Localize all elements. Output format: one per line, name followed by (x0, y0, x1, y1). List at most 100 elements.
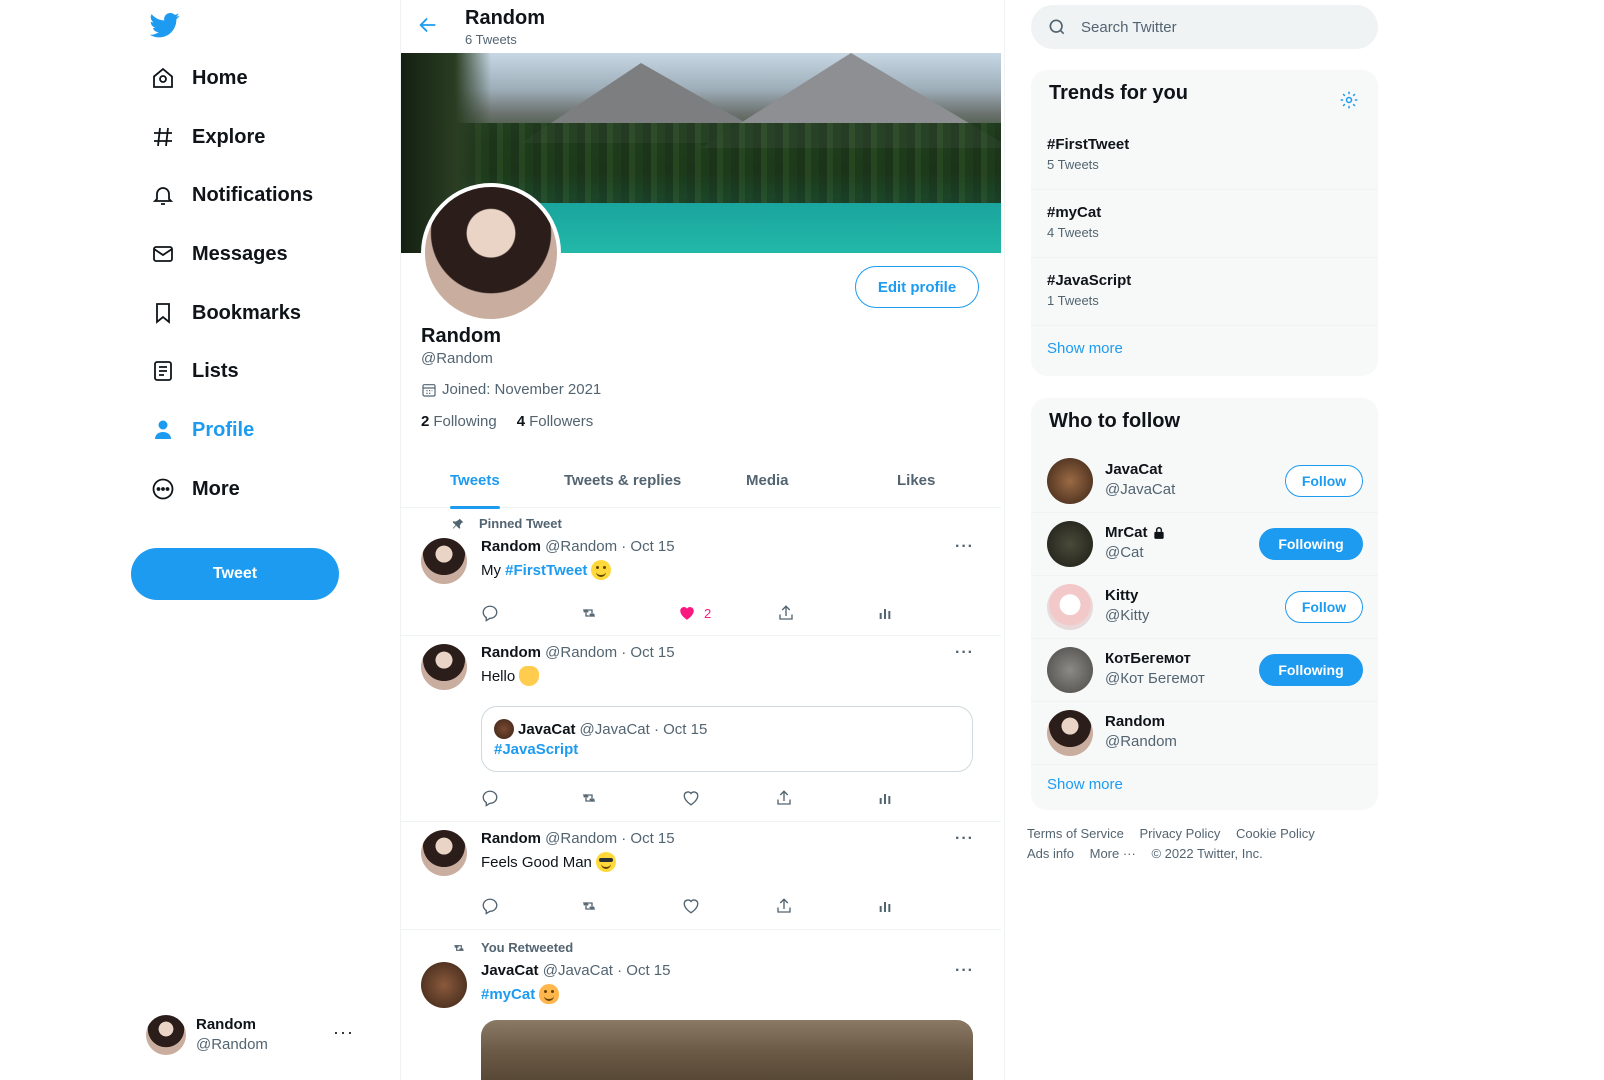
analytics-icon[interactable] (877, 602, 893, 624)
more-dots-icon[interactable]: ··· (955, 644, 974, 662)
search-bar[interactable] (1031, 5, 1378, 49)
more-dots-icon[interactable]: ··· (955, 830, 974, 848)
hashtag-link[interactable]: #FirstTweet (505, 562, 587, 579)
follow-suggestion[interactable]: MrCat @Cat Following (1031, 513, 1378, 576)
like-button[interactable]: 2 (678, 602, 711, 624)
tweet-text: #myCat (481, 984, 560, 1004)
reply-icon[interactable] (481, 602, 499, 624)
tweet[interactable]: Random @Random · Oct 15 ··· Hello JavaCa… (401, 636, 1001, 822)
nav-home[interactable]: Home (150, 53, 248, 103)
trend-item[interactable]: #JavaScript 1 Tweets (1031, 258, 1378, 326)
follow-suggestion[interactable]: JavaCat @JavaCat Follow (1031, 450, 1378, 513)
follow-suggestion[interactable]: Kitty @Kitty Follow (1031, 576, 1378, 639)
pin-icon (452, 518, 464, 529)
following-button[interactable]: Following (1259, 528, 1363, 560)
sunglasses-emoji-icon (595, 852, 616, 872)
avatar (1047, 710, 1093, 756)
more-dots-icon[interactable]: ··· (955, 538, 974, 556)
tab-media[interactable]: Media (746, 463, 789, 508)
twitter-bird-icon[interactable] (148, 10, 182, 40)
tweet[interactable]: You Retweeted JavaCat @JavaCat · Oct 15 … (401, 930, 1001, 1080)
avatar[interactable] (421, 538, 467, 584)
profile-avatar[interactable] (421, 183, 561, 323)
suggestion-name: JavaCat (1105, 461, 1163, 478)
nav-notifications[interactable]: Notifications (150, 170, 313, 220)
avatar[interactable] (421, 830, 467, 876)
retweet-icon[interactable] (579, 787, 599, 809)
heart-icon[interactable] (682, 895, 700, 917)
share-icon[interactable] (775, 895, 793, 917)
tweet-author[interactable]: JavaCat (481, 962, 539, 979)
nav-bookmarks-label: Bookmarks (192, 301, 301, 324)
quote-hashtag[interactable]: #JavaScript (494, 741, 578, 758)
tweet-author[interactable]: Random (481, 644, 541, 661)
follow-button[interactable]: Follow (1285, 465, 1363, 497)
quoted-tweet[interactable]: JavaCat @JavaCat · Oct 15 #JavaScript (481, 706, 973, 772)
tweet-author[interactable]: Random (481, 538, 541, 555)
follow-suggestion[interactable]: КотБегемот @Кот Бегемот Following (1031, 639, 1378, 702)
avatar[interactable] (421, 644, 467, 690)
trend-item[interactable]: #FirstTweet 5 Tweets (1031, 122, 1378, 190)
nav-messages[interactable]: Messages (150, 229, 288, 279)
follow-button[interactable]: Follow (1285, 591, 1363, 623)
tweet-author[interactable]: Random (481, 830, 541, 847)
share-icon[interactable] (777, 602, 795, 624)
tab-tweets-replies[interactable]: Tweets & replies (564, 463, 681, 508)
tweet[interactable]: Pinned Tweet Random @Random · Oct 15 ···… (401, 508, 1001, 636)
footer-ads-info[interactable]: Ads info (1027, 846, 1074, 861)
home-icon (150, 65, 176, 91)
suggestion-handle: @Кот Бегемот (1105, 670, 1205, 687)
follow-stats: 2 Following 4 Followers (421, 413, 593, 430)
nav-lists-label: Lists (192, 359, 239, 382)
retweet-icon[interactable] (579, 602, 599, 624)
trend-item[interactable]: #myCat 4 Tweets (1031, 190, 1378, 258)
suggestion-handle: @Cat (1105, 544, 1144, 561)
suggestion-name-row: MrCat (1105, 524, 1166, 541)
back-arrow-icon[interactable] (417, 14, 439, 36)
edit-profile-button[interactable]: Edit profile (855, 266, 979, 308)
footer-terms[interactable]: Terms of Service (1027, 826, 1124, 841)
share-icon[interactable] (775, 787, 793, 809)
following-button[interactable]: Following (1259, 654, 1363, 686)
analytics-icon[interactable] (877, 895, 893, 917)
who-to-follow-show-more[interactable]: Show more (1047, 776, 1123, 793)
avatar[interactable] (421, 962, 467, 1008)
retweet-icon (454, 944, 464, 951)
more-dots-icon[interactable]: ··· (955, 962, 974, 980)
nav-bookmarks[interactable]: Bookmarks (150, 288, 301, 338)
tab-tweets[interactable]: Tweets (450, 463, 500, 509)
footer-more[interactable]: More ··· (1090, 846, 1136, 861)
reply-icon[interactable] (481, 895, 499, 917)
tweet-button[interactable]: Tweet (131, 548, 339, 600)
search-input[interactable] (1081, 18, 1361, 36)
follow-suggestion[interactable]: Random @Random (1031, 702, 1378, 765)
reply-icon[interactable] (481, 787, 499, 809)
analytics-icon[interactable] (877, 787, 893, 809)
account-switcher[interactable]: Random @Random ··· (146, 1010, 366, 1060)
nav-profile[interactable]: Profile (150, 405, 254, 455)
avatar (1047, 584, 1093, 630)
following-link[interactable]: 2 Following (421, 413, 497, 430)
tweet-text: Hello (481, 666, 540, 686)
gear-icon[interactable] (1339, 90, 1359, 110)
heart-icon[interactable] (682, 787, 700, 809)
heart-filled-icon (680, 607, 694, 620)
avatar (1047, 458, 1093, 504)
nav-more[interactable]: More (150, 464, 240, 514)
hashtag-link[interactable]: #myCat (481, 986, 535, 1003)
nav-explore[interactable]: Explore (150, 112, 265, 162)
tweet[interactable]: Random @Random · Oct 15 ··· Feels Good M… (401, 822, 1001, 930)
trend-name: #FirstTweet (1047, 136, 1130, 153)
tweet-image[interactable] (481, 1020, 973, 1080)
trends-show-more[interactable]: Show more (1047, 340, 1123, 357)
tab-likes[interactable]: Likes (897, 463, 935, 508)
envelope-icon (150, 241, 176, 267)
nav-lists[interactable]: Lists (150, 346, 239, 396)
footer-copyright: © 2022 Twitter, Inc. (1151, 846, 1263, 861)
followers-link[interactable]: 4 Followers (517, 413, 594, 430)
footer-privacy[interactable]: Privacy Policy (1139, 826, 1220, 841)
footer-cookie[interactable]: Cookie Policy (1236, 826, 1315, 841)
waving-hand-emoji-icon (519, 666, 540, 686)
retweet-icon[interactable] (579, 895, 599, 917)
nav-profile-label: Profile (192, 418, 255, 441)
